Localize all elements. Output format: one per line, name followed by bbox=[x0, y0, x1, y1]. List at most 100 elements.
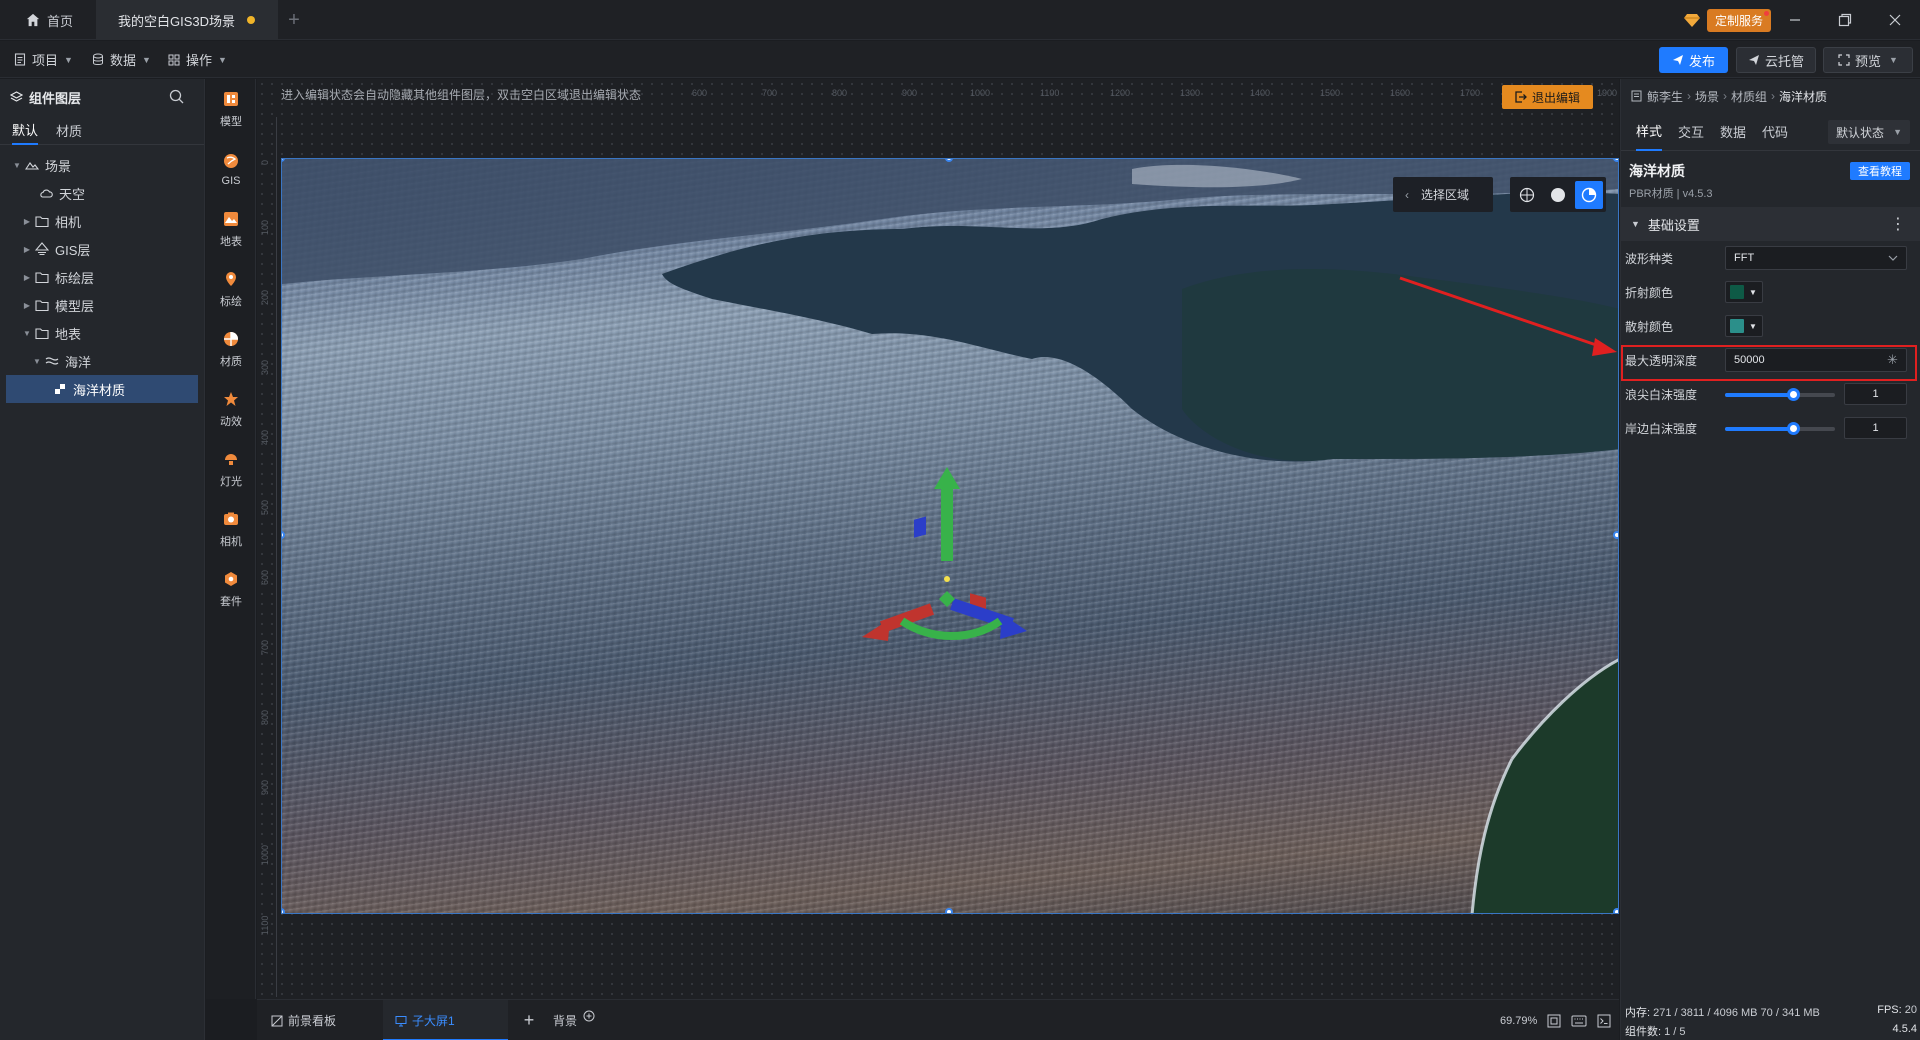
caret-right-icon[interactable]: ▶ bbox=[20, 273, 34, 282]
breadcrumb-item[interactable]: 场景 bbox=[1695, 88, 1719, 105]
tool-plot[interactable]: 标绘 bbox=[206, 259, 256, 319]
tool-gis[interactable]: GIS bbox=[206, 139, 256, 199]
chevron-down-icon bbox=[1888, 255, 1898, 261]
tree-node-gis-layer[interactable]: ▶ GIS层 bbox=[0, 235, 204, 263]
tab-data[interactable]: 数据 bbox=[1720, 113, 1746, 151]
ocean-icon bbox=[44, 353, 60, 369]
shore-foam-input[interactable]: 1 bbox=[1844, 417, 1907, 439]
keyboard-icon[interactable] bbox=[1571, 1015, 1587, 1027]
minimize-button[interactable] bbox=[1770, 0, 1820, 40]
caret-right-icon[interactable]: ▶ bbox=[20, 301, 34, 310]
resize-handle[interactable] bbox=[1613, 531, 1618, 539]
tool-light[interactable]: 灯光 bbox=[206, 439, 256, 499]
add-tab-button[interactable]: + bbox=[278, 0, 310, 40]
close-button[interactable] bbox=[1870, 0, 1920, 40]
rendered-mode-button[interactable] bbox=[1575, 180, 1603, 209]
resize-handle[interactable] bbox=[945, 908, 953, 913]
tree-node-ocean[interactable]: ▼ 海洋 bbox=[0, 347, 204, 375]
shore-foam-slider[interactable] bbox=[1725, 416, 1835, 440]
terminal-icon[interactable] bbox=[1597, 1014, 1611, 1028]
tree-node-surface[interactable]: ▼ 地表 bbox=[0, 319, 204, 347]
chevron-down-icon: ▼ bbox=[218, 54, 227, 65]
caret-right-icon[interactable]: ▶ bbox=[20, 217, 34, 226]
layers-panel: 组件图层 默认 材质 ▼ 场景 天空 ▶ 相机 ▶ GIS层 ▶ 标绘层 ▶ 模… bbox=[0, 79, 205, 1040]
tab-material[interactable]: 材质 bbox=[56, 115, 82, 145]
tab-background[interactable]: 背景 bbox=[553, 1000, 613, 1040]
tool-model[interactable]: 模型 bbox=[206, 79, 256, 139]
state-select[interactable]: 默认状态 ▼ bbox=[1828, 120, 1910, 144]
tree-node-camera[interactable]: ▶ 相机 bbox=[0, 207, 204, 235]
version-label: 4.5.4 bbox=[1892, 1023, 1917, 1035]
select-region-button[interactable]: ‹ 选择区域 bbox=[1393, 177, 1493, 212]
memory-label: 内存: bbox=[1625, 1007, 1651, 1019]
scatter-color-picker[interactable]: ▼ bbox=[1725, 315, 1763, 337]
resize-handle[interactable] bbox=[1613, 908, 1618, 913]
wireframe-mode-button[interactable] bbox=[1513, 181, 1541, 209]
preview-button[interactable]: 预览 ▼ bbox=[1823, 47, 1913, 73]
exit-edit-button[interactable]: 退出编辑 bbox=[1502, 85, 1593, 109]
tree-node-sky[interactable]: 天空 bbox=[0, 179, 204, 207]
caret-down-icon[interactable]: ▼ bbox=[10, 161, 24, 170]
cloud-hosting-button[interactable]: 云托管 bbox=[1736, 47, 1816, 73]
menu-project[interactable]: 项目 ▼ bbox=[14, 41, 73, 78]
tab-sub-screen[interactable]: 子大屏1 bbox=[383, 1000, 508, 1040]
caret-down-icon[interactable]: ▼ bbox=[30, 357, 44, 366]
custom-service-button[interactable]: 定制服务 bbox=[1683, 7, 1783, 33]
tool-camera[interactable]: 相机 bbox=[206, 499, 256, 559]
refraction-color-picker[interactable]: ▼ bbox=[1725, 281, 1763, 303]
tab-default[interactable]: 默认 bbox=[12, 115, 39, 145]
menu-data[interactable]: 数据 ▼ bbox=[92, 41, 151, 78]
publish-button[interactable]: 发布 bbox=[1659, 47, 1728, 73]
resize-handle[interactable] bbox=[1613, 159, 1618, 162]
breadcrumb-item[interactable]: 鲸李生 bbox=[1647, 88, 1683, 105]
wave-type-select[interactable]: FFT bbox=[1725, 246, 1907, 270]
crest-foam-slider[interactable] bbox=[1725, 382, 1835, 406]
breadcrumb-current: 海洋材质 bbox=[1779, 89, 1828, 104]
more-vertical-icon[interactable]: ⋮ bbox=[1890, 214, 1906, 234]
wave-type-value: FFT bbox=[1734, 252, 1755, 264]
annotation-highlight-box bbox=[1621, 345, 1917, 381]
tree-node-scene[interactable]: ▼ 场景 bbox=[0, 151, 204, 179]
tab-foreground[interactable]: 前景看板 bbox=[265, 1000, 360, 1040]
state-select-value: 默认状态 bbox=[1836, 125, 1885, 140]
tool-kit[interactable]: 套件 bbox=[206, 559, 256, 619]
tab-scene[interactable]: 我的空白GIS3D场景 bbox=[96, 0, 278, 40]
tree-node-model-layer[interactable]: ▶ 模型层 bbox=[0, 291, 204, 319]
add-circle-icon[interactable] bbox=[583, 1010, 595, 1022]
caret-right-icon[interactable]: ▶ bbox=[20, 245, 34, 254]
tab-home[interactable]: 首页 bbox=[0, 0, 94, 40]
fit-screen-icon[interactable] bbox=[1547, 1014, 1561, 1028]
slider-handle[interactable] bbox=[1787, 422, 1801, 435]
crest-foam-input[interactable]: 1 bbox=[1844, 383, 1907, 405]
custom-service-label: 定制服务 bbox=[1715, 13, 1764, 28]
menu-bar: 项目 ▼ 数据 ▼ 操作 ▼ bbox=[0, 41, 1920, 78]
tab-code[interactable]: 代码 bbox=[1762, 113, 1788, 151]
tree-node-label: GIS层 bbox=[55, 242, 91, 258]
add-screen-button[interactable]: + bbox=[519, 1000, 539, 1040]
tree-node-plot-layer[interactable]: ▶ 标绘层 bbox=[0, 263, 204, 291]
restore-button[interactable] bbox=[1820, 0, 1870, 40]
render-sphere-icon bbox=[1581, 187, 1597, 202]
menu-operate-label: 操作 bbox=[186, 53, 213, 68]
solid-sphere-icon bbox=[1551, 187, 1565, 202]
tree-node-ocean-material[interactable]: 海洋材质 bbox=[6, 375, 198, 403]
slider-handle[interactable] bbox=[1787, 388, 1801, 401]
menu-operate[interactable]: 操作 ▼ bbox=[168, 41, 227, 78]
minimize-icon bbox=[1790, 19, 1800, 21]
tool-material[interactable]: 材质 bbox=[206, 319, 256, 379]
tool-surface[interactable]: 地表 bbox=[206, 199, 256, 259]
tab-interaction[interactable]: 交互 bbox=[1678, 113, 1704, 151]
select-region-label: 选择区域 bbox=[1421, 188, 1470, 202]
tab-style[interactable]: 样式 bbox=[1636, 113, 1663, 151]
view-tutorial-button[interactable]: 查看教程 bbox=[1850, 162, 1910, 180]
solid-mode-button[interactable] bbox=[1544, 181, 1572, 209]
transform-gizmo[interactable] bbox=[842, 459, 1062, 659]
zoom-level[interactable]: 69.79% bbox=[1500, 1015, 1537, 1027]
resize-handle[interactable] bbox=[282, 908, 285, 913]
menu-data-label: 数据 bbox=[110, 53, 137, 68]
breadcrumb-item[interactable]: 材质组 bbox=[1731, 88, 1767, 105]
search-icon[interactable] bbox=[169, 89, 184, 104]
section-basic-settings[interactable]: ▼ 基础设置 ⋮ bbox=[1621, 207, 1920, 241]
caret-down-icon[interactable]: ▼ bbox=[20, 329, 34, 338]
tool-effect[interactable]: 动效 bbox=[206, 379, 256, 439]
